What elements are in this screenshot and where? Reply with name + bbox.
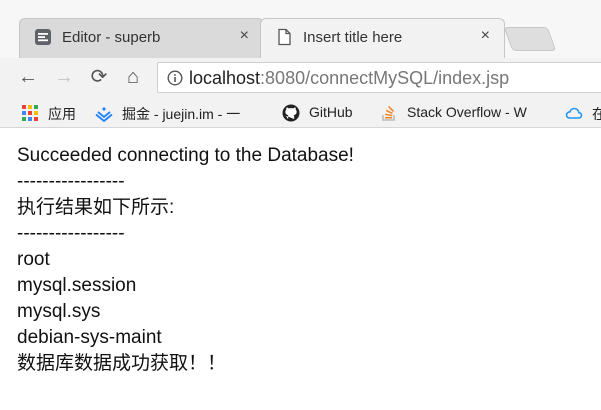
bookmark-label: Stack Overflow - W: [407, 104, 527, 120]
github-icon: [282, 104, 300, 122]
separator-line: -----------------: [17, 223, 125, 244]
back-arrow-icon[interactable]: ←: [15, 64, 41, 90]
url-host: localhost: [189, 68, 261, 88]
label-fade: [530, 103, 550, 123]
new-tab-button[interactable]: [503, 27, 557, 51]
apps-grid-icon: [22, 105, 38, 121]
result-row: debian-sys-maint: [17, 327, 162, 348]
info-icon[interactable]: [167, 70, 183, 86]
tab-title: Editor - superb: [62, 29, 161, 46]
bookmark-juejin[interactable]: 掘金 - juejin.im - 一: [95, 103, 265, 123]
editor-icon: [35, 29, 51, 45]
page-content: Succeeded connecting to the Database! --…: [17, 143, 597, 377]
separator-line: -----------------: [17, 171, 125, 192]
label-fade: [245, 103, 265, 123]
result-heading: 执行结果如下所示:: [17, 197, 175, 218]
tab-strip: Editor - superb × Insert title here ×: [0, 0, 601, 58]
document-icon: [278, 28, 291, 46]
bookmark-label: GitHub: [309, 104, 353, 120]
status-message: Succeeded connecting to the Database!: [17, 145, 354, 166]
bookmark-stackoverflow[interactable]: Stack Overflow - W: [380, 103, 550, 123]
result-row: mysql.sys: [17, 301, 101, 322]
bookmarks-bar: 应用 掘金 - juejin.im - 一 GitHub Stack Overf…: [0, 97, 601, 128]
bookmark-cloud[interactable]: 在: [565, 103, 601, 123]
stackoverflow-icon: [382, 105, 395, 121]
tab-insert-title[interactable]: Insert title here ×: [260, 18, 505, 58]
url-path: :8080/connectMySQL/index.jsp: [260, 68, 510, 88]
juejin-icon: [95, 107, 113, 122]
bookmark-label: 掘金 - juejin.im - 一: [122, 106, 241, 122]
result-row: mysql.session: [17, 275, 137, 296]
toolbar: ← → ⟳ ⌂ localhost:8080/connectMySQL/inde…: [0, 58, 601, 97]
tab-close-icon[interactable]: ×: [481, 27, 490, 45]
reload-icon[interactable]: ⟳: [86, 64, 112, 90]
bookmark-label: 应用: [48, 106, 76, 122]
success-message: 数据库数据成功获取！！: [17, 353, 227, 374]
home-icon[interactable]: ⌂: [120, 64, 146, 90]
forward-arrow-icon[interactable]: →: [51, 64, 77, 90]
bookmark-label: 在: [592, 106, 601, 122]
tab-close-icon[interactable]: ×: [240, 27, 249, 45]
address-bar[interactable]: localhost:8080/connectMySQL/index.jsp: [157, 62, 601, 93]
url-text: localhost:8080/connectMySQL/index.jsp: [189, 68, 509, 89]
tab-title: Insert title here: [303, 29, 403, 46]
tab-editor[interactable]: Editor - superb ×: [19, 18, 264, 58]
result-row: root: [17, 249, 50, 270]
cloud-icon: [565, 107, 583, 119]
